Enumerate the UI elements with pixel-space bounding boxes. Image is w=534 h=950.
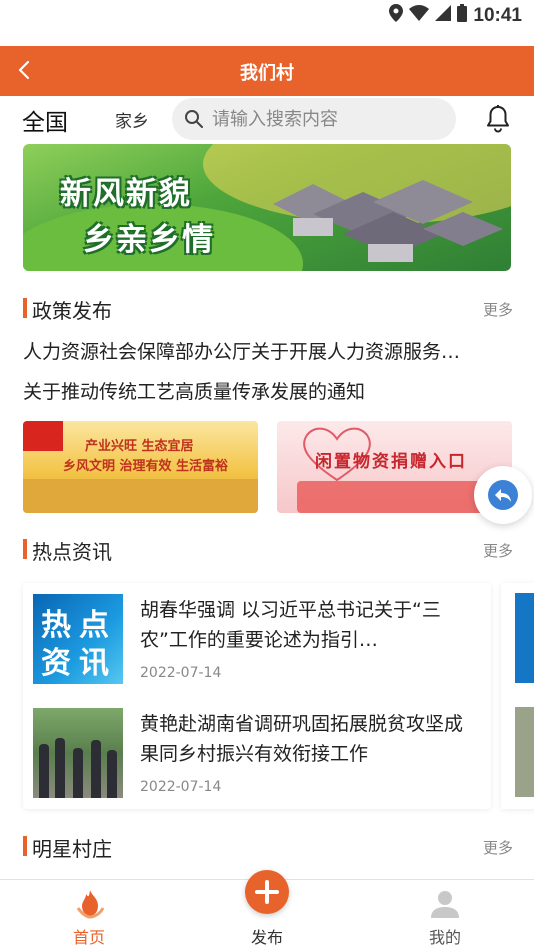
village-houses-illustration [273, 180, 503, 262]
reply-icon [488, 480, 518, 510]
status-bar: 10:41 [0, 0, 534, 46]
tab-publish[interactable]: 发布 [207, 870, 327, 950]
promo-text: 乡风文明 治理有效 生活富裕 [63, 459, 229, 474]
news-thumbnail: 热 点 资 讯 [33, 594, 123, 684]
tab-home[interactable]: 首页 [29, 880, 149, 950]
banner-title: 新风新貌 [60, 176, 192, 212]
hometown-tab[interactable]: 家乡 [115, 107, 149, 132]
wifi-icon [409, 5, 430, 26]
field-decoration [23, 479, 258, 513]
star-village-more-link[interactable]: 更多 [483, 837, 513, 858]
section-accent-bar [23, 298, 27, 318]
news-date: 2022-07-14 [140, 779, 222, 795]
region-selector[interactable]: 全国 [22, 103, 68, 137]
tab-label: 发布 [250, 928, 283, 947]
tab-mine[interactable]: 我的 [385, 880, 505, 950]
section-accent-bar [23, 836, 27, 856]
thumb-char: 资 [41, 646, 71, 681]
section-accent-bar [23, 539, 27, 559]
search-box[interactable] [172, 98, 456, 140]
main-content[interactable]: 新风新貌 乡亲乡情 政策发布 更多 人力资源社会保障部办公厅关于开展人力资源服务… [0, 144, 534, 879]
signal-icon [435, 5, 452, 26]
user-icon [431, 891, 459, 918]
policy-item[interactable]: 人力资源社会保障部办公厅关于开展人力资源服务… [23, 337, 513, 364]
tab-label: 首页 [72, 928, 105, 947]
section-title: 政策发布 [32, 299, 112, 323]
news-title[interactable]: 胡春华强调 以习近平总书记关于“三农”工作的重要论述为指引… [140, 595, 480, 655]
section-title: 明星村庄 [32, 837, 112, 861]
hot-news-card[interactable]: 热 点 资 讯 胡春华强调 以习近平总书记关于“三农”工作的重要论述为指引… 2… [23, 583, 491, 809]
banner-subtitle: 乡亲乡情 [83, 222, 215, 258]
gifts-decoration [297, 481, 497, 513]
news-thumbnail [33, 708, 123, 798]
star-village-section-header: 明星村庄 更多 [23, 833, 513, 861]
person-figure [91, 740, 101, 798]
news-title[interactable]: 黄艳赴湖南省调研巩固拓展脱贫攻坚成果同乡村振兴有效衔接工作 [140, 709, 480, 769]
person-figure [39, 744, 49, 798]
policy-item[interactable]: 关于推动传统工艺高质量传承发展的通知 [23, 377, 513, 404]
section-title: 热点资讯 [32, 540, 112, 564]
thumb-char: 讯 [79, 646, 109, 681]
flag-decoration [23, 421, 63, 451]
banner-carousel[interactable]: 新风新貌 乡亲乡情 [23, 144, 511, 271]
bell-icon [487, 105, 509, 133]
promo-banner-rural[interactable]: 产业兴旺 生态宜居 乡风文明 治理有效 生活富裕 [23, 421, 258, 513]
notification-button[interactable] [484, 104, 512, 134]
location-icon [389, 4, 404, 27]
search-row: 全国 家乡 [0, 96, 534, 144]
battery-icon [457, 4, 468, 27]
search-input[interactable] [212, 102, 442, 136]
promo-text: 产业兴旺 生态宜居 [85, 439, 194, 454]
page-title: 我们村 [240, 63, 294, 84]
news-thumbnail [515, 707, 534, 797]
plus-icon [245, 870, 289, 914]
person-figure [107, 750, 117, 798]
hot-news-section-header: 热点资讯 更多 [23, 536, 513, 564]
news-date: 2022-07-14 [140, 665, 222, 681]
home-flame-icon [76, 890, 105, 919]
person-figure [55, 738, 65, 798]
person-figure [73, 748, 83, 798]
next-news-card-peek[interactable] [501, 583, 534, 809]
policy-more-link[interactable]: 更多 [483, 299, 513, 320]
search-icon [185, 110, 203, 128]
floating-share-button[interactable] [474, 466, 532, 524]
app-bar: 我们村 [0, 46, 534, 96]
news-thumbnail [515, 593, 534, 683]
promo-text: 闲置物资捐赠入口 [315, 452, 467, 472]
hot-news-more-link[interactable]: 更多 [483, 540, 513, 561]
status-time: 10:41 [473, 4, 522, 26]
policy-section-header: 政策发布 更多 [23, 295, 513, 323]
tab-label: 我的 [428, 928, 461, 947]
bottom-tab-bar: 首页 发布 我的 [0, 870, 534, 950]
